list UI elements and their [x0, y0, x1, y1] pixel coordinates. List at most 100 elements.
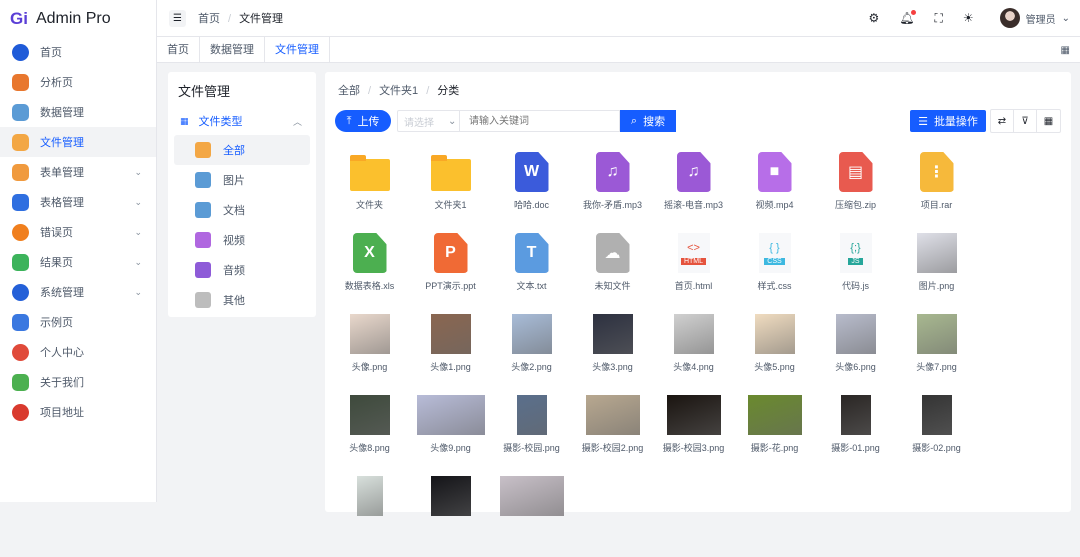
file-item[interactable]: ■ 视频.mp4 [734, 152, 815, 233]
tab[interactable]: 数据管理 [200, 37, 265, 62]
sidebar-item-label: 表格管理 [40, 197, 84, 209]
file-item[interactable]: 头像9.png [410, 395, 491, 476]
file-item[interactable] [410, 476, 491, 557]
file-icon-box [499, 476, 564, 516]
file-item[interactable]: 头像6.png [815, 314, 896, 395]
file-item[interactable]: 摄影-02.png [896, 395, 977, 476]
filter-icon[interactable]: ⊽ [1014, 110, 1037, 132]
file-item[interactable]: 摄影-校园.png [491, 395, 572, 476]
type-select[interactable]: 请选择 ⌄ [397, 110, 460, 132]
menu-collapse-icon[interactable]: ☰ [169, 9, 186, 27]
search-input[interactable] [460, 110, 620, 132]
file-type-item[interactable]: 音频 [174, 255, 310, 285]
file-type-group[interactable]: ▦ 文件类型 ︿ [168, 109, 316, 133]
file-icon-box: <> HTML [674, 233, 714, 273]
file-name: 未知文件 [594, 281, 631, 291]
file-grid: 文件夹 文件夹1 W 哈哈.doc ♫ 我你-矛盾.mp3 ♫ 摇滚-电音.mp3 ■ 视频.mp… [329, 152, 1069, 557]
search-button[interactable]: ⌕ 搜索 [620, 110, 676, 132]
sidebar-item[interactable]: 错误页 ⌄ [0, 217, 156, 247]
notification-bell-icon[interactable]: 🔔︎ [899, 10, 917, 25]
file-icon-box: ♫ [674, 152, 714, 192]
file-name: 摄影-02.png [912, 443, 961, 453]
file-item[interactable]: 头像3.png [572, 314, 653, 395]
breadcrumb-item[interactable]: 首页 [198, 13, 220, 25]
file-type-item[interactable]: 文档 [174, 195, 310, 225]
sidebar-item[interactable]: 表单管理 ⌄ [0, 157, 156, 187]
user-menu[interactable]: 管理员 ⌄ [980, 8, 1070, 28]
file-item[interactable]: ▤ 压缩包.zip [815, 152, 896, 233]
sidebar-item[interactable]: 首页 [0, 37, 156, 67]
file-item[interactable]: 头像1.png [410, 314, 491, 395]
file-item[interactable]: ⋮ 项目.rar [896, 152, 977, 233]
file-item[interactable] [491, 476, 572, 557]
file-item[interactable]: ♫ 摇滚-电音.mp3 [653, 152, 734, 233]
file-item[interactable]: 摄影-花.png [734, 395, 815, 476]
grid-view-icon[interactable]: ▦ [1037, 110, 1060, 132]
file-item[interactable]: 头像2.png [491, 314, 572, 395]
file-item[interactable]: { } CSS 样式.css [734, 233, 815, 314]
panel-title: 文件管理 [178, 84, 231, 99]
file-item[interactable]: 摄影-校园3.png [653, 395, 734, 476]
app-logo[interactable]: Gi Admin Pro [0, 0, 156, 37]
tabs-menu-icon[interactable]: ▦ [1061, 45, 1070, 56]
file-item[interactable]: 头像.png [329, 314, 410, 395]
sidebar-item[interactable]: 项目地址 [0, 397, 156, 427]
sidebar-item[interactable]: 分析页 [0, 67, 156, 97]
image-thumbnail [921, 395, 952, 435]
file-item[interactable]: T 文本.txt [491, 233, 572, 314]
sidebar-item[interactable]: 关于我们 [0, 367, 156, 397]
sidebar-item[interactable]: 表格管理 ⌄ [0, 187, 156, 217]
chevron-up-icon[interactable]: ︿ [293, 115, 302, 128]
file-type-item[interactable]: 全部 [174, 135, 310, 165]
sidebar-item[interactable]: 数据管理 [0, 97, 156, 127]
upload-icon: ⤒ [346, 114, 352, 127]
file-type-item[interactable]: 其他 [174, 285, 310, 315]
file-icon-box [754, 314, 795, 354]
breadcrumb-item[interactable]: 全部 [338, 85, 360, 97]
file-icon-box [349, 314, 390, 354]
file-item[interactable]: 头像5.png [734, 314, 815, 395]
file-item[interactable]: 摄影-校园2.png [572, 395, 653, 476]
tab[interactable]: 首页 [157, 37, 200, 62]
file-item[interactable]: 头像8.png [329, 395, 410, 476]
file-item[interactable]: 文件夹1 [410, 152, 491, 233]
document-icon: ♫ [676, 152, 711, 192]
file-name: 文件夹1 [434, 200, 467, 210]
batch-operation-button[interactable]: ☰ 批量操作 [910, 110, 986, 132]
file-item[interactable] [329, 476, 410, 557]
file-type-item[interactable]: 图片 [174, 165, 310, 195]
sidebar-item-label: 首页 [40, 47, 62, 59]
tab[interactable]: 文件管理 [265, 37, 330, 62]
file-type-item[interactable]: 视频 [174, 225, 310, 255]
file-item[interactable]: 图片.png [896, 233, 977, 314]
file-icon-box [349, 152, 390, 192]
file-name: 文本.txt [516, 281, 547, 291]
breadcrumb-current: 文件管理 [239, 13, 284, 25]
sidebar-item[interactable]: 文件管理 [0, 127, 156, 157]
file-item[interactable]: W 哈哈.doc [491, 152, 572, 233]
breadcrumb-item[interactable]: 文件夹1 [379, 85, 418, 97]
sidebar-item[interactable]: 结果页 ⌄ [0, 247, 156, 277]
file-item[interactable]: X 数据表格.xls [329, 233, 410, 314]
file-item[interactable]: 头像4.png [653, 314, 734, 395]
file-item[interactable]: 摄影-01.png [815, 395, 896, 476]
menu-icon [12, 163, 29, 181]
file-item[interactable]: 头像7.png [896, 314, 977, 395]
menu-icon [12, 223, 29, 241]
theme-toggle-icon[interactable]: ☀ [963, 11, 974, 25]
file-item[interactable]: P PPT演示.ppt [410, 233, 491, 314]
upload-button[interactable]: ⤒ 上传 [335, 110, 391, 132]
file-item[interactable]: <> HTML 首页.html [653, 233, 734, 314]
settings-icon[interactable]: ⚙ [868, 11, 879, 25]
sidebar-item[interactable]: 示例页 [0, 307, 156, 337]
sort-icon[interactable]: ⇄ [991, 110, 1014, 132]
file-item[interactable]: ☁ 未知文件 [572, 233, 653, 314]
file-item[interactable]: 文件夹 [329, 152, 410, 233]
sidebar-item[interactable]: 个人中心 [0, 337, 156, 367]
sidebar-item[interactable]: 系统管理 ⌄ [0, 277, 156, 307]
fullscreen-icon[interactable]: ⛶ [934, 11, 942, 26]
image-thumbnail [416, 395, 485, 435]
file-item[interactable]: ♫ 我你-矛盾.mp3 [572, 152, 653, 233]
file-item[interactable]: {;} JS 代码.js [815, 233, 896, 314]
file-name: 头像8.png [349, 443, 390, 453]
